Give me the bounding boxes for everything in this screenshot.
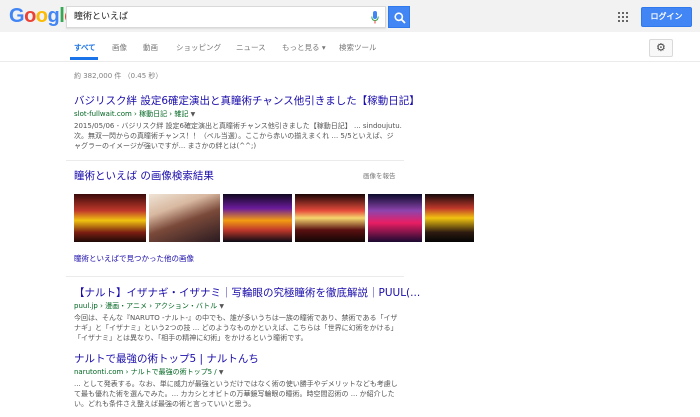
result-snippet-line: て最も優れた術を選んでみた。... カカシとオビトの万華鏡写輪眼の瞳術。時空間忍… <box>74 390 395 398</box>
search-input[interactable]: 瞳術といえば <box>66 6 386 28</box>
search-icon <box>394 12 406 24</box>
gear-icon: ⚙ <box>656 41 666 54</box>
image-thumbnail[interactable] <box>368 194 422 242</box>
search-tabs: すべて 画像 動画 ショッピング ニュース もっと見る ▾ 検索ツール <box>0 32 700 62</box>
search-result: バジリスク絆 設定6確定演出と真瞳術チャンス他引きました【稼動日記】 slot-… <box>74 94 420 151</box>
microphone-icon[interactable] <box>371 11 379 24</box>
active-tab-indicator <box>70 57 98 60</box>
report-images-link[interactable]: 画像を報告 <box>363 171 396 181</box>
logo-letter: o <box>24 5 36 27</box>
result-snippet-line: 次。無双一閃からの真瞳術チャンス！！（ベル当選）。ここから赤いの揃えまくれ ..… <box>74 132 394 140</box>
tab-news[interactable]: ニュース <box>236 43 266 53</box>
image-thumbnail[interactable] <box>149 194 220 242</box>
result-snippet-line: ナギ」と「イザナミ」という2つの技 ... どのようなものかといえば、こちらは「… <box>74 324 398 332</box>
result-stats: 約 382,000 件 （0.45 秒） <box>74 72 163 80</box>
image-thumbnail[interactable] <box>74 194 146 242</box>
search-query-text: 瞳術といえば <box>74 12 129 22</box>
result-snippet-line: ... として発表する。なお、単に威力が最強というだけではなく術の使い勝手やデメ… <box>74 380 398 388</box>
result-url: puul.jp › 漫画・アニメ › アクション・バトル ▼ <box>74 302 224 310</box>
image-results-title-link[interactable]: 瞳術といえば の画像検索結果 <box>74 169 214 183</box>
result-snippet-line: ャグラーのイメージが強いですが... まさかの絆とは(^^;) <box>74 142 257 150</box>
logo-letter: G <box>9 5 25 27</box>
tab-shopping[interactable]: ショッピング <box>176 43 221 53</box>
logo-letter: g <box>47 5 60 27</box>
settings-button[interactable]: ⚙ <box>649 39 673 57</box>
url-dropdown-icon[interactable]: ▼ <box>219 369 224 376</box>
image-thumbnail[interactable] <box>295 194 365 242</box>
result-snippet-line: い。どれも条件さえ整えば最強の術と言っていいと思う。 <box>74 400 256 408</box>
tab-videos[interactable]: 動画 <box>143 43 158 53</box>
login-button[interactable]: ログイン <box>641 7 692 27</box>
url-dropdown-icon[interactable]: ▼ <box>191 111 196 118</box>
tab-all[interactable]: すべて <box>74 43 96 53</box>
tab-search-tools[interactable]: 検索ツール <box>339 43 377 53</box>
result-snippet-line: 今回は、そんな『NARUTO -ナルト-』の中でも、誰が多いうちは一族の瞳術であ… <box>74 314 398 322</box>
tab-images[interactable]: 画像 <box>112 43 127 53</box>
result-snippet-line: 「イザナミ」とは異なり、「相手の精神に幻術」をかけるという瞳術です。 <box>74 334 308 342</box>
search-result: ナルトで最強の術トップ5 | ナルトんち narutonti.com › ナルト… <box>74 352 404 409</box>
result-title-link[interactable]: ナルトで最強の術トップ5 | ナルトんち <box>74 352 404 366</box>
image-thumbnail[interactable] <box>425 194 474 242</box>
search-result: 【ナルト】イザナギ・イザナミ｜写輪眼の究極瞳術を徹底解説｜PUUL(... pu… <box>74 286 420 343</box>
result-snippet-line: 2015/05/06 - バジリスク絆 設定6確定演出と真瞳術チャンス他引きまし… <box>74 122 402 130</box>
search-button[interactable] <box>388 6 410 28</box>
divider <box>66 160 404 161</box>
url-dropdown-icon[interactable]: ▼ <box>219 303 224 310</box>
result-url: narutonti.com › ナルトで最強の術トップ5 / ▼ <box>74 368 224 376</box>
apps-grid-icon[interactable] <box>618 12 628 22</box>
logo-letter: o <box>35 5 48 27</box>
tab-more[interactable]: もっと見る ▾ <box>282 43 326 53</box>
result-title-link[interactable]: 【ナルト】イザナギ・イザナミ｜写輪眼の究極瞳術を徹底解説｜PUUL(... <box>74 286 420 300</box>
divider <box>66 276 404 277</box>
image-thumbnail[interactable] <box>223 194 292 242</box>
result-url: slot-fullwait.com › 稼動日記 › 雑記 ▼ <box>74 110 196 118</box>
result-title-link[interactable]: バジリスク絆 設定6確定演出と真瞳術チャンス他引きました【稼動日記】 <box>74 94 420 108</box>
header-bar: Google 瞳術といえば ログイン <box>0 0 700 32</box>
more-images-link[interactable]: 瞳術といえばで見つかった他の画像 <box>74 254 194 264</box>
